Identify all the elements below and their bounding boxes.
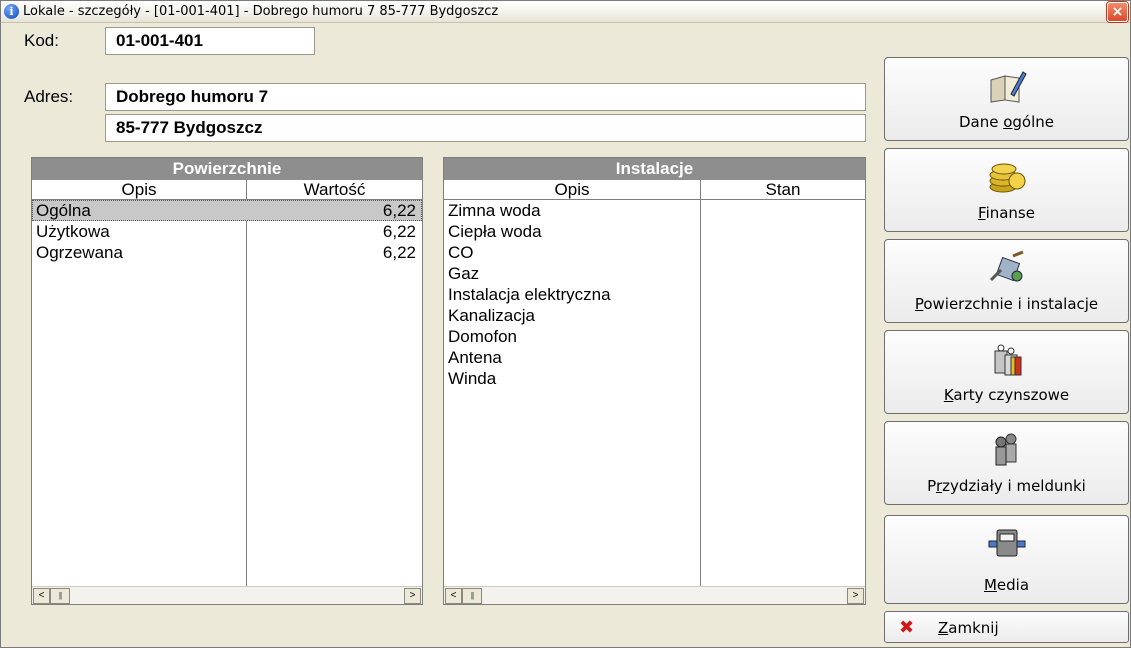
instalacje-row[interactable]: Ciepła woda (444, 221, 865, 242)
close-x-icon: ✖ (899, 617, 915, 638)
powierzchnie-row[interactable]: Użytkowa 6,22 (32, 221, 422, 242)
row-wartosc: 6,22 (382, 222, 416, 241)
instalacje-title: Instalacje (444, 158, 865, 180)
book-pen-icon (990, 71, 1027, 103)
row-opis: Antena (448, 348, 502, 367)
instalacje-row[interactable]: Antena (444, 347, 865, 368)
meter-icon (988, 529, 1025, 557)
tools-icon (989, 250, 1024, 282)
row-wartosc: 6,22 (382, 201, 416, 220)
row-opis: Ciepła woda (448, 222, 542, 241)
details-window: i Lokale - szczegóły - [01-001-401] - Do… (0, 0, 1131, 648)
instalacje-col-stan[interactable]: Stan (701, 180, 865, 200)
powierzchnie-instalacje-button[interactable]: Powierzchnie i instalacje (884, 239, 1129, 323)
row-opis: Ogrzewana (36, 243, 123, 262)
row-opis: Instalacja elektryczna (448, 285, 611, 304)
instalacje-row[interactable]: Zimna woda (444, 200, 865, 221)
gifts-icon (994, 344, 1021, 376)
powierzchnie-list: Ogólna 6,22 Użytkowa 6,22 Ogrzewana 6,22 (32, 200, 422, 263)
dane-ogolne-label: Dane ogólne (958, 113, 1055, 131)
window-title: Lokale - szczegóły - [01-001-401] - Dobr… (23, 4, 499, 19)
karty-czynszowe-button[interactable]: Karty czynszowe (884, 330, 1129, 414)
przydzialy-meldunki-button[interactable]: Przydziały i meldunki (884, 421, 1129, 505)
zamknij-button[interactable]: ✖ Zamknij (884, 611, 1129, 643)
media-label: Media (983, 576, 1030, 594)
finanse-button[interactable]: Finanse (884, 148, 1129, 232)
kod-label: Kod: (24, 31, 59, 50)
adres-line2-field[interactable]: 85-777 Bydgoszcz (105, 114, 866, 142)
info-icon: i (4, 4, 19, 19)
scroll-right-button[interactable]: > (404, 588, 421, 604)
scroll-right-button[interactable]: > (847, 588, 864, 604)
row-opis: CO (448, 243, 474, 262)
powierzchnie-instalacje-label: Powierzchnie i instalacje (914, 295, 1099, 313)
instalacje-row[interactable]: Instalacja elektryczna (444, 284, 865, 305)
row-opis: Gaz (448, 264, 480, 283)
coins-icon (989, 163, 1025, 193)
row-opis: Ogólna (36, 201, 91, 220)
row-opis: Domofon (448, 327, 517, 346)
title-bar: i Lokale - szczegóły - [01-001-401] - Do… (1, 1, 1130, 23)
adres-line1-field[interactable]: Dobrego humoru 7 (105, 83, 866, 111)
people-icon (995, 433, 1016, 466)
instalacje-list: Zimna woda Ciepła woda CO Gaz Instalacja ele… (444, 200, 865, 389)
powierzchnie-col-opis[interactable]: Opis (32, 180, 246, 200)
window-close-button[interactable]: × (1107, 2, 1128, 22)
row-opis: Użytkowa (36, 222, 110, 241)
powierzchnie-hscroll[interactable]: < ||| > (32, 586, 422, 604)
dane-ogolne-button[interactable]: Dane ogólne (884, 57, 1129, 141)
row-opis: Zimna woda (448, 201, 541, 220)
scroll-left-button[interactable]: < (445, 588, 462, 604)
karty-czynszowe-label: Karty czynszowe (943, 386, 1070, 404)
powierzchnie-row[interactable]: Ogrzewana 6,22 (32, 242, 422, 263)
finanse-label: Finanse (978, 204, 1035, 222)
powierzchnie-panel: Powierzchnie Opis Wartość Ogólna 6,22 Użyt… (31, 157, 423, 605)
instalacje-panel: Instalacje Opis Stan Zimna woda Ciepła wo… (443, 157, 866, 605)
kod-field[interactable]: 01-001-401 (105, 27, 315, 55)
scroll-thumb[interactable]: ||| (462, 588, 482, 604)
instalacje-row[interactable]: Winda (444, 368, 865, 389)
instalacje-row[interactable]: Domofon (444, 326, 865, 347)
powierzchnie-row[interactable]: Ogólna 6,22 (32, 200, 422, 221)
scroll-thumb[interactable]: ||| (50, 588, 70, 604)
scroll-left-button[interactable]: < (33, 588, 50, 604)
instalacje-hscroll[interactable]: < ||| > (444, 586, 865, 604)
adres-label: Adres: (24, 87, 74, 106)
row-opis: Winda (448, 369, 497, 388)
media-button[interactable]: Media (884, 515, 1129, 604)
instalacje-row[interactable]: Gaz (444, 263, 865, 284)
przydzialy-meldunki-label: Przydziały i meldunki (927, 477, 1086, 495)
instalacje-col-opis[interactable]: Opis (444, 180, 700, 200)
zamknij-label: Zamknij (938, 619, 999, 637)
instalacje-row[interactable]: Kanalizacja (444, 305, 865, 326)
row-opis: Kanalizacja (448, 306, 535, 325)
instalacje-row[interactable]: CO (444, 242, 865, 263)
powierzchnie-title: Powierzchnie (32, 158, 422, 180)
row-wartosc: 6,22 (382, 243, 416, 262)
powierzchnie-col-wartosc[interactable]: Wartość (247, 180, 422, 200)
